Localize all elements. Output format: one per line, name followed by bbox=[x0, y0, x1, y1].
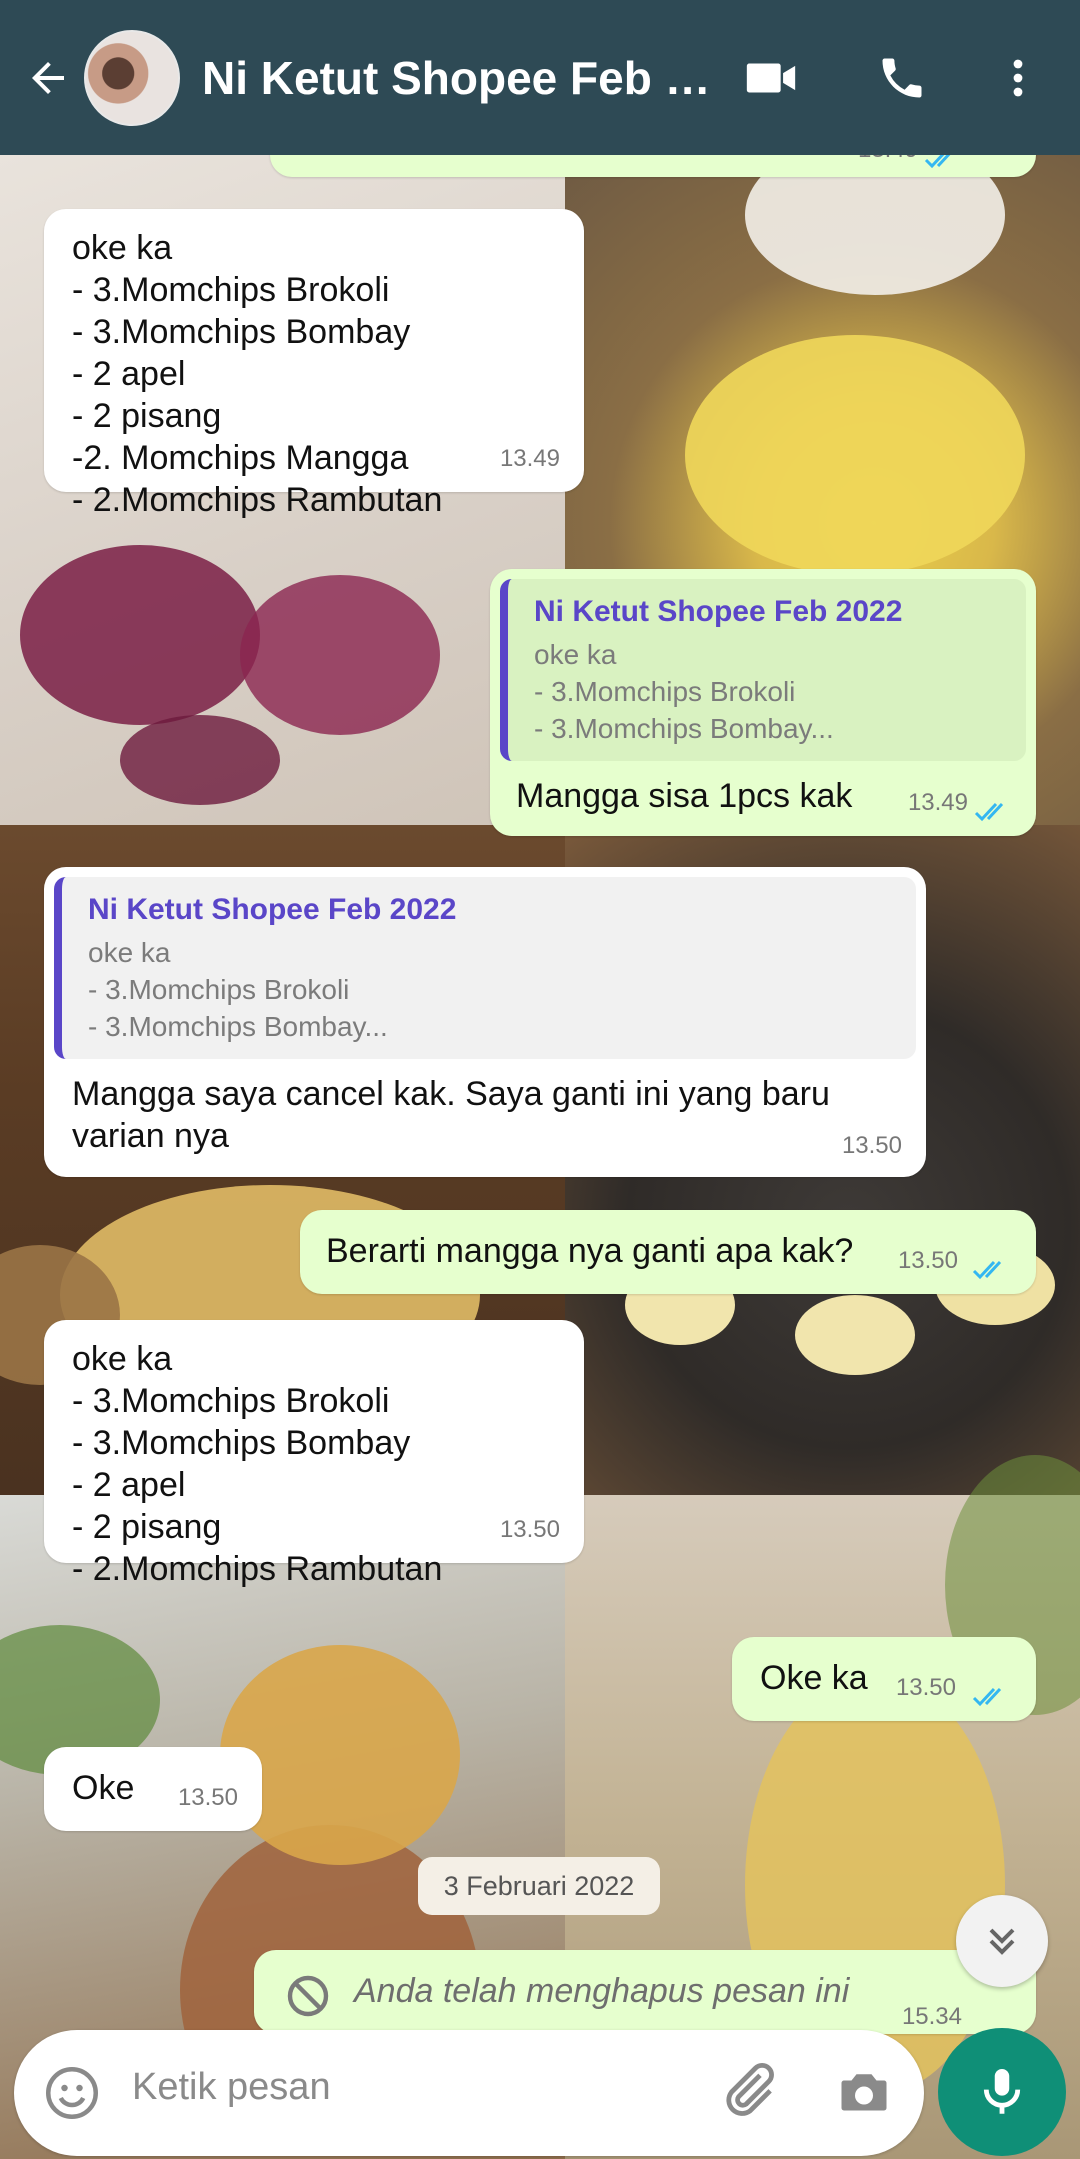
emoji-icon bbox=[46, 2067, 98, 2119]
message-bubble-incoming[interactable]: oke ka - 3.Momchips Brokoli - 3.Momchips… bbox=[44, 1320, 584, 1588]
voice-message-button[interactable] bbox=[938, 2028, 1066, 2156]
message-bubble-outgoing[interactable]: Ni Ketut Shopee Feb 2022 oke ka - 3.Momc… bbox=[490, 569, 1036, 836]
message-bubble-deleted[interactable]: Anda telah menghapus pesan ini 15.34 bbox=[254, 1950, 1036, 2034]
message-composer: Ketik pesan bbox=[14, 2030, 924, 2156]
read-ticks-icon bbox=[972, 1260, 1002, 1280]
message-time: 13.50 bbox=[895, 1674, 956, 1701]
blocked-icon bbox=[287, 1975, 329, 2017]
emoji-button[interactable] bbox=[42, 2063, 102, 2128]
microphone-icon bbox=[983, 2069, 1021, 2114]
message-time: 13.49 bbox=[907, 789, 968, 816]
voice-call-button[interactable] bbox=[872, 48, 932, 108]
video-camera-icon bbox=[746, 63, 796, 93]
more-vertical-icon bbox=[1013, 59, 1023, 97]
quoted-sender: Ni Ketut Shopee Feb 2022 bbox=[534, 595, 903, 628]
message-text: oke ka - 3.Momchips Brokoli - 3.Momchips… bbox=[72, 229, 443, 519]
read-ticks-icon bbox=[974, 802, 1004, 822]
message-time: 13.50 bbox=[897, 1247, 958, 1274]
camera-icon bbox=[841, 2074, 887, 2111]
message-time: 13.50 bbox=[841, 1132, 902, 1159]
quoted-text: oke ka - 3.Momchips Brokoli - 3.Momchips… bbox=[534, 639, 834, 744]
message-time: 13.50 bbox=[177, 1784, 238, 1811]
quoted-sender: Ni Ketut Shopee Feb 2022 bbox=[88, 893, 457, 926]
contact-avatar[interactable] bbox=[84, 29, 180, 126]
more-options-button[interactable] bbox=[988, 48, 1048, 108]
back-button[interactable] bbox=[18, 48, 78, 108]
attach-button[interactable] bbox=[716, 2058, 780, 2127]
scroll-to-bottom-button[interactable] bbox=[956, 1895, 1048, 1987]
message-text: Mangga saya cancel kak. Saya ganti ini y… bbox=[72, 1075, 830, 1155]
quoted-text: oke ka - 3.Momchips Brokoli - 3.Momchips… bbox=[88, 937, 388, 1042]
phone-icon bbox=[882, 58, 922, 98]
message-text: oke ka - 3.Momchips Brokoli - 3.Momchips… bbox=[72, 1340, 443, 1588]
message-input[interactable]: Ketik pesan bbox=[132, 2066, 331, 2109]
paperclip-icon bbox=[726, 2062, 774, 2116]
arrow-left-icon bbox=[32, 61, 64, 94]
message-bubble-incoming[interactable]: oke ka - 3.Momchips Brokoli - 3.Momchips… bbox=[44, 209, 584, 519]
message-text: Oke ka bbox=[760, 1659, 868, 1697]
message-time: 13.49 bbox=[499, 445, 560, 472]
message-time: 15.34 bbox=[901, 2003, 962, 2030]
message-bubble-incoming[interactable]: Oke 13.50 bbox=[44, 1747, 262, 1831]
date-separator: 3 Februari 2022 bbox=[418, 1857, 660, 1915]
message-bubble-outgoing[interactable]: Oke ka 13.50 bbox=[732, 1637, 1036, 1721]
chat-header: Ni Ketut Shopee Feb 2022 bbox=[0, 0, 1080, 155]
double-chevron-down-icon bbox=[989, 1928, 1015, 1955]
quoted-message[interactable]: Ni Ketut Shopee Feb 2022 oke ka - 3.Momc… bbox=[500, 579, 1026, 761]
camera-button[interactable] bbox=[834, 2063, 894, 2128]
message-time: 13.50 bbox=[499, 1516, 560, 1543]
message-bubble-outgoing[interactable]: Berarti mangga nya ganti apa kak? 13.50 bbox=[300, 1210, 1036, 1294]
message-bubble-incoming[interactable]: Ni Ketut Shopee Feb 2022 oke ka - 3.Momc… bbox=[44, 867, 926, 1177]
message-list[interactable]: 13.49 oke ka - 3.Momchips Brokoli - 3.Mo… bbox=[0, 115, 1080, 2034]
video-call-button[interactable] bbox=[741, 48, 801, 108]
read-ticks-icon bbox=[972, 1687, 1002, 1707]
contact-name[interactable]: Ni Ketut Shopee Feb 2022 bbox=[202, 51, 712, 105]
quoted-message[interactable]: Ni Ketut Shopee Feb 2022 oke ka - 3.Momc… bbox=[54, 877, 916, 1059]
